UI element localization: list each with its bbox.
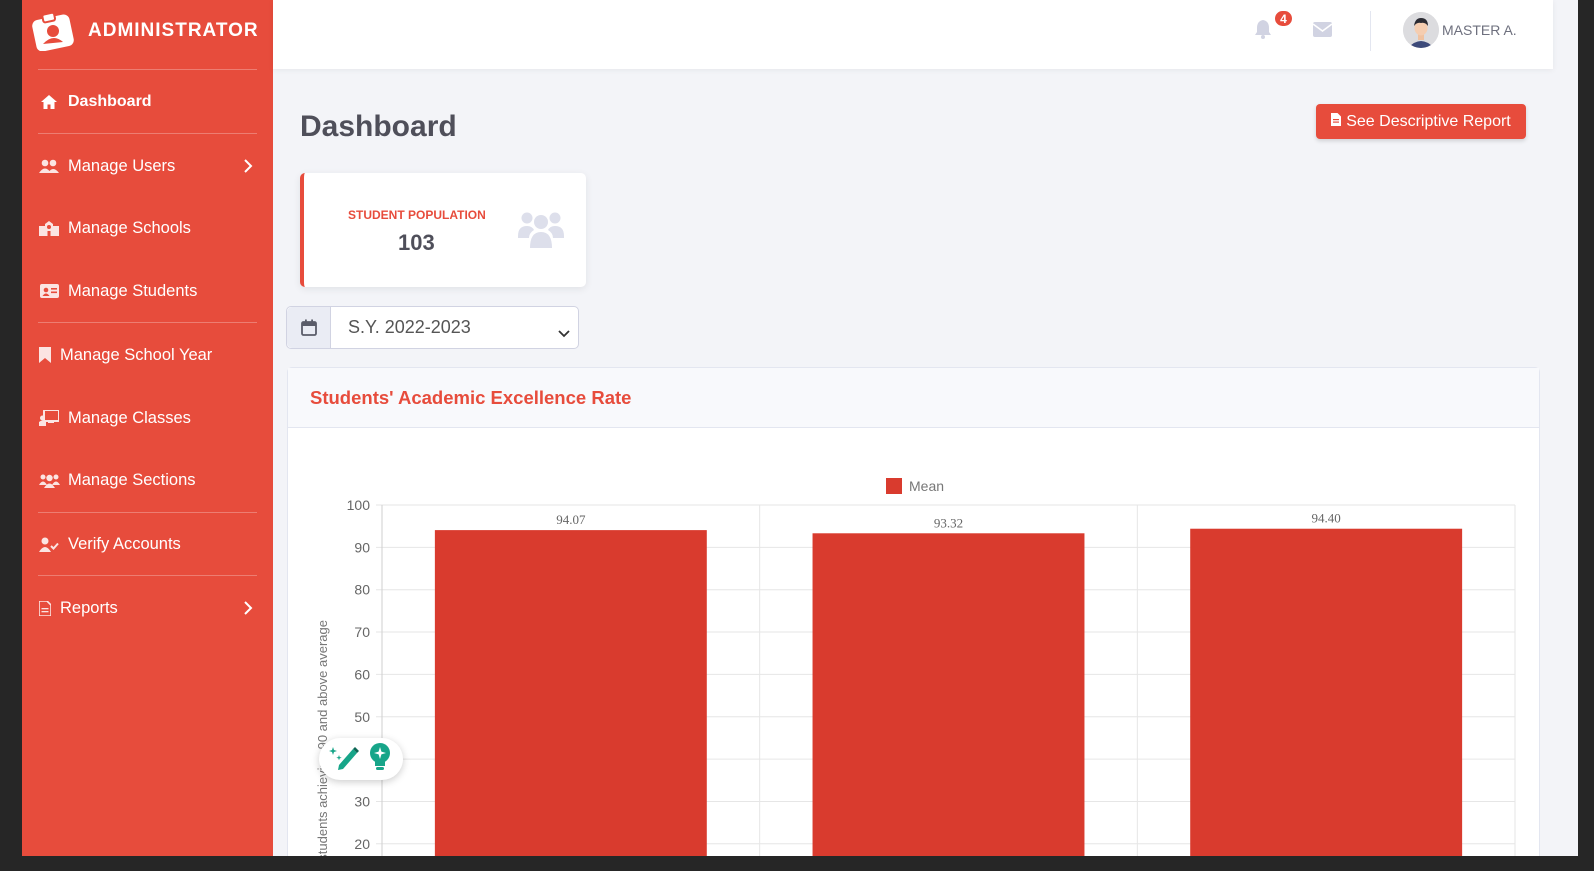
lightbulb-icon[interactable] [367,742,393,777]
calendar-icon [287,307,331,348]
sidebar-item-label: Manage Students [68,281,198,300]
sidebar-item-label: Manage Classes [68,408,191,427]
home-icon [38,93,60,111]
brand-title: ADMINISTRATOR [88,20,259,41]
chevron-right-icon [243,158,253,179]
sidebar-item-manage-school-year[interactable]: Manage School Year [38,335,257,375]
chevron-down-icon [558,322,570,343]
legend-label: Mean [909,478,944,494]
sidebar-item-label: Manage School Year [60,345,213,364]
y-tick-label: 50 [354,709,370,725]
sidebar-divider [38,322,257,323]
user-name[interactable]: MASTER A. [1442,22,1517,38]
id-badge-icon [32,11,78,52]
descriptive-report-button[interactable]: See Descriptive Report [1316,104,1526,139]
y-axis-title: n of students achieving 90 and above ave… [315,620,330,856]
y-tick-label: 30 [354,793,370,809]
sidebar-item-label: Manage Schools [68,218,191,237]
users-icon [518,208,564,253]
bar [1190,528,1463,856]
app-viewport: ADMINISTRATOR Dashboard Manage Users Man… [22,0,1578,856]
magic-pencil-icon[interactable] [329,743,359,776]
sidebar-item-label: Manage Sections [68,470,196,489]
sidebar-divider [38,133,257,134]
bookmark-icon [38,346,52,364]
sidebar-item-verify-accounts[interactable]: Verify Accounts [38,524,257,564]
topbar: 4 MASTER A. [273,0,1553,69]
stat-label: STUDENT POPULATION [348,208,486,222]
y-tick-label: 60 [354,666,370,682]
data-label: 94.40 [1312,511,1341,526]
sidebar-item-reports[interactable]: Reports [38,588,257,628]
chart-title: Students' Academic Excellence Rate [310,386,632,408]
y-tick-label: 100 [347,497,371,513]
floating-toolbar [319,738,403,780]
data-label: 94.07 [556,512,586,527]
bar [812,533,1085,856]
stat-value: 103 [398,230,435,255]
y-tick-label: 80 [354,582,370,598]
sidebar-item-manage-sections[interactable]: Manage Sections [38,460,257,500]
sidebar-divider [38,575,257,576]
bar-chart: 100908070605040302094.0793.3294.40Meann … [315,478,1516,856]
school-icon [38,219,60,237]
chevron-right-icon [243,600,253,621]
users-icon [38,157,60,175]
sidebar-item-label: Reports [60,598,118,617]
envelope-icon[interactable] [1312,22,1333,42]
sidebar-item-label: Verify Accounts [68,534,181,553]
y-tick-label: 90 [354,539,370,555]
page-title: Dashboard [300,110,457,143]
y-tick-label: 20 [354,836,370,852]
topbar-divider [1370,11,1371,51]
legend-swatch [886,478,902,494]
sidebar-item-label: Dashboard [68,93,152,110]
sidebar-item-manage-users[interactable]: Manage Users [38,146,257,186]
sidebar-divider [38,512,257,513]
school-year-value: S.Y. 2022-2023 [348,317,471,337]
file-icon [1331,112,1342,131]
chart-card-header: Students' Academic Excellence Rate [288,368,1539,428]
avatar[interactable] [1403,12,1439,48]
school-year-select[interactable]: S.Y. 2022-2023 [331,307,578,348]
sidebar-divider [38,69,257,70]
descriptive-report-label: See Descriptive Report [1346,112,1511,130]
sidebar-item-manage-students[interactable]: Manage Students [38,271,257,311]
school-year-select-group: S.Y. 2022-2023 [286,306,579,349]
file-icon [38,599,52,617]
id-card-icon [38,282,60,300]
sidebar-item-dashboard[interactable]: Dashboard [38,82,257,122]
student-population-card: STUDENT POPULATION 103 [300,173,586,287]
chalkboard-icon [38,409,60,427]
sidebar: ADMINISTRATOR Dashboard Manage Users Man… [22,0,273,856]
data-label: 93.32 [934,515,963,530]
brand[interactable]: ADMINISTRATOR [32,10,259,52]
bar [434,530,707,856]
sidebar-item-manage-schools[interactable]: Manage Schools [38,208,257,248]
sidebar-item-label: Manage Users [68,156,176,175]
y-tick-label: 70 [354,624,370,640]
user-check-icon [38,535,60,553]
excellence-rate-card: Students' Academic Excellence Rate 100 90… [287,367,1540,856]
bell-icon[interactable] [1254,19,1272,44]
notification-badge: 4 [1273,9,1294,28]
sidebar-item-manage-classes[interactable]: Manage Classes [38,398,257,438]
group-icon [38,471,60,489]
